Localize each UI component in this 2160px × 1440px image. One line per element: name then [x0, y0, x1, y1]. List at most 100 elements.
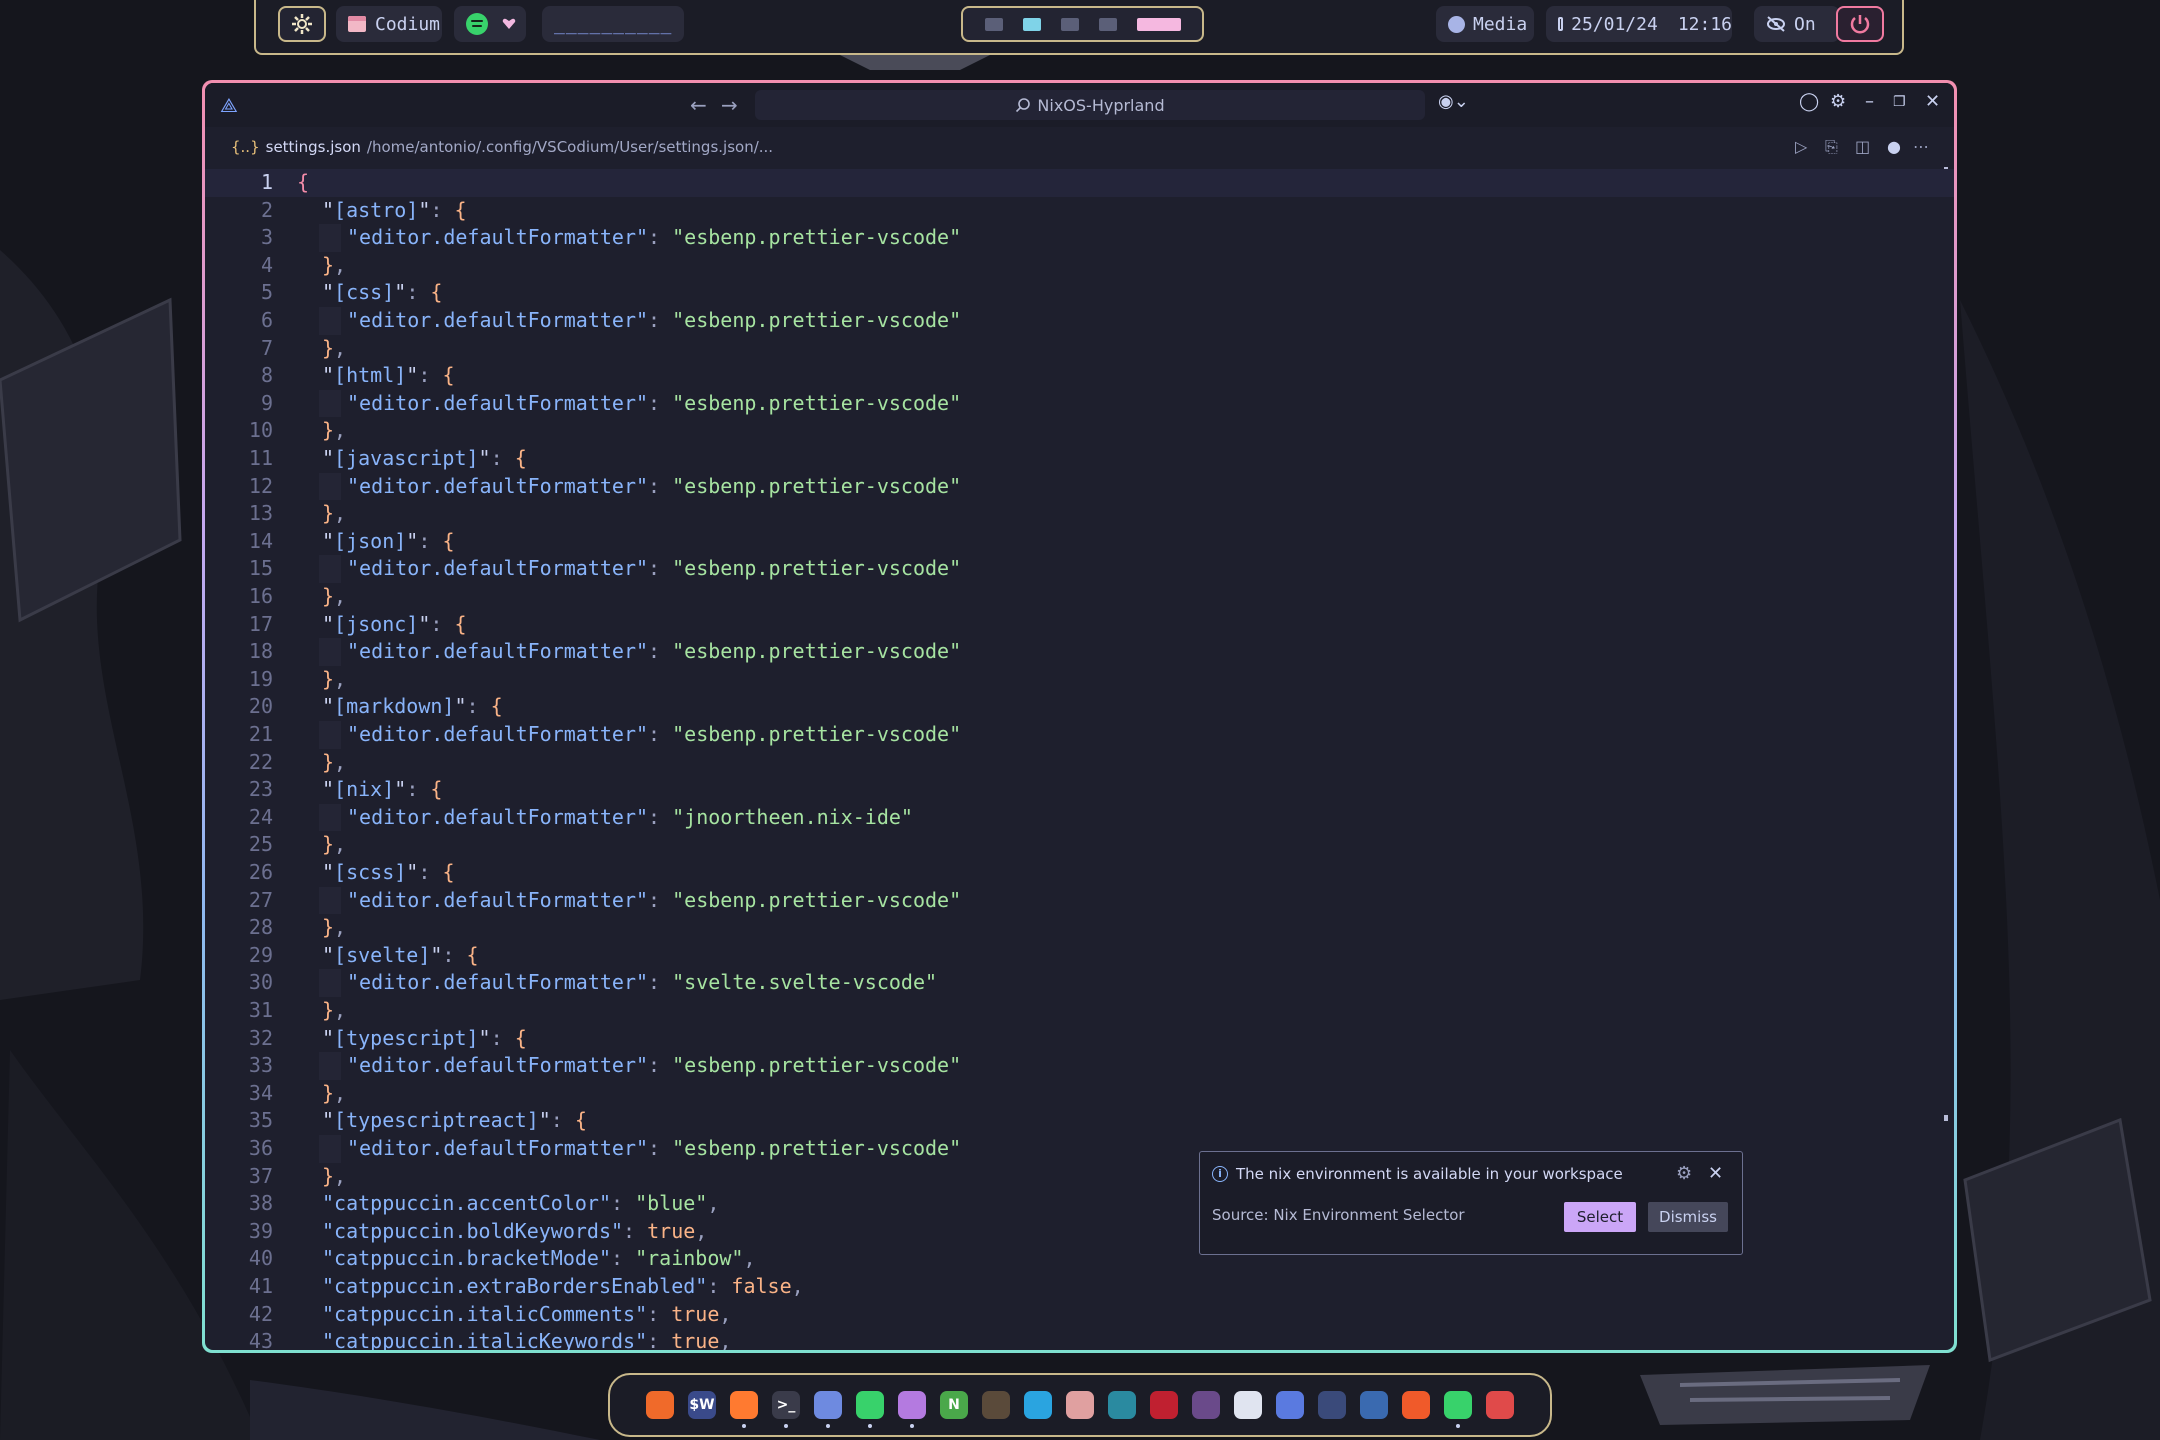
spotify-second-icon[interactable]	[1444, 1391, 1472, 1428]
select-button[interactable]: Select	[1564, 1202, 1636, 1232]
power-button[interactable]	[1836, 6, 1884, 42]
workspace-5[interactable]	[1137, 17, 1181, 31]
terminal-icon[interactable]: >_	[772, 1391, 800, 1428]
active-app-button[interactable]: Codium	[336, 6, 442, 42]
neovim-icon[interactable]: N	[940, 1391, 968, 1419]
code-text: "[typescript]": {	[322, 1025, 527, 1053]
code-token: {	[514, 1025, 527, 1050]
settings-gear-icon[interactable]: ⚙	[1830, 91, 1846, 112]
code-line: 8 "[html]": {	[205, 362, 1954, 390]
code-token: {	[574, 1108, 587, 1133]
shield-app-icon[interactable]	[1276, 1391, 1304, 1419]
hyprland-icon[interactable]	[1360, 1391, 1388, 1419]
code-text: "editor.defaultFormatter": "esbenp.prett…	[347, 638, 961, 666]
code-line: 10},	[205, 417, 1954, 445]
firefox-icon[interactable]	[730, 1391, 758, 1428]
code-text: },	[322, 583, 346, 611]
line-number: 8	[260, 363, 273, 388]
workspace-switcher	[961, 6, 1204, 42]
back-arrow-icon[interactable]: ←	[690, 93, 707, 117]
eye-off-icon	[1767, 16, 1785, 32]
code-token: "esbenp.prettier-vscode"	[672, 308, 962, 332]
spotify-icon[interactable]	[856, 1391, 884, 1428]
ubuntu-icon[interactable]	[646, 1391, 674, 1419]
workspace-4[interactable]	[1099, 17, 1117, 31]
notification-settings-gear-icon[interactable]: ⚙	[1676, 1163, 1692, 1184]
code-token: [nix]	[334, 777, 395, 802]
dismiss-button[interactable]: Dismiss	[1648, 1202, 1728, 1232]
close-app-icon[interactable]	[1402, 1391, 1430, 1419]
code-token: {	[430, 777, 443, 802]
steam-wallet-icon[interactable]: $W	[688, 1391, 716, 1419]
workspace-3[interactable]	[1061, 17, 1079, 31]
breadcrumb[interactable]: {..} settings.json/home/antonio/.config/V…	[231, 138, 773, 156]
code-text: },	[322, 252, 346, 280]
account-icon[interactable]: ◯	[1799, 91, 1819, 112]
code-token: {	[430, 280, 443, 305]
split-editor-icon[interactable]: ◫	[1855, 137, 1870, 156]
notification-close-icon[interactable]: ✕	[1708, 1163, 1723, 1184]
code-token: :	[406, 777, 431, 802]
pdf-icon[interactable]	[1486, 1391, 1514, 1419]
window-title-widget: __________	[542, 6, 684, 42]
obs-icon[interactable]	[1192, 1391, 1220, 1419]
media-button[interactable]: Media	[1436, 6, 1534, 42]
indent-guide	[319, 969, 341, 997]
code-token: "esbenp.prettier-vscode"	[672, 1136, 962, 1160]
code-text: "editor.defaultFormatter": "esbenp.prett…	[347, 1052, 961, 1080]
line-number: 42	[248, 1301, 273, 1326]
indent-guide	[319, 307, 341, 335]
code-text: },	[322, 335, 346, 363]
code-token: "	[322, 446, 335, 470]
idle-inhibitor-toggle[interactable]: On	[1754, 6, 1840, 42]
code-token: "catppuccin.bracketMode"	[322, 1246, 611, 1271]
more-actions-icon[interactable]: ⋯	[1913, 137, 1929, 156]
image-viewer-icon[interactable]	[898, 1391, 926, 1428]
breadcrumb-file[interactable]: settings.json	[266, 138, 361, 156]
code-token: ,	[334, 252, 347, 277]
document-icon[interactable]	[1066, 1391, 1094, 1419]
workspace-1[interactable]	[985, 17, 1003, 31]
workspace-2[interactable]	[1023, 17, 1041, 31]
line-number: 26	[248, 860, 273, 884]
system-menu-button[interactable]	[278, 6, 326, 42]
code-token: "	[538, 1108, 551, 1133]
clock-widget[interactable]: 25/01/24 12:16	[1546, 6, 1732, 42]
code-token: {	[297, 170, 310, 194]
code-text: "editor.defaultFormatter": "esbenp.prett…	[347, 1135, 961, 1163]
stats-icon[interactable]	[1234, 1391, 1262, 1419]
code-token: }	[322, 1163, 335, 1188]
line-number: 17	[248, 611, 273, 636]
open-changes-icon[interactable]: ⎘	[1825, 137, 1838, 157]
code-line: 11 "[javascript]": {	[205, 445, 1954, 473]
code-line: 1{	[205, 169, 1954, 197]
telegram-icon[interactable]	[1024, 1391, 1052, 1419]
vscodium-icon[interactable]	[814, 1391, 842, 1428]
code-token: "catppuccin.italicKeywords"	[322, 1329, 648, 1350]
minimize-icon[interactable]: –	[1865, 91, 1874, 112]
run-icon[interactable]: ▷	[1795, 137, 1807, 156]
code-token: "	[322, 611, 335, 636]
breadcrumb-path[interactable]: /home/antonio/.config/VSCodium/User/sett…	[367, 138, 773, 156]
code-token: :	[648, 473, 673, 498]
forward-arrow-icon[interactable]: →	[721, 93, 738, 117]
line-number: 21	[248, 722, 273, 746]
usb-icon[interactable]	[1318, 1391, 1346, 1419]
code-token: "editor.defaultFormatter"	[347, 1053, 649, 1078]
restore-icon[interactable]: ❐	[1893, 94, 1906, 110]
code-token: true	[671, 1329, 720, 1350]
active-app-label: Codium	[375, 13, 441, 35]
code-text: "[javascript]": {	[322, 445, 527, 473]
power-icon	[1850, 15, 1870, 34]
mask-icon[interactable]	[982, 1391, 1010, 1419]
copilot-icon[interactable]: ◉⌄	[1438, 91, 1469, 112]
command-center-search[interactable]: NixOS-Hyprland	[755, 90, 1425, 120]
close-icon[interactable]: ✕	[1925, 91, 1940, 112]
code-token: }	[322, 584, 335, 608]
screen-share-icon[interactable]	[1108, 1391, 1136, 1419]
code-text: "editor.defaultFormatter": "esbenp.prett…	[347, 307, 961, 335]
code-token: :	[418, 860, 443, 884]
spotify-widget[interactable]	[454, 6, 526, 42]
indent-guide	[319, 886, 341, 915]
red-app-icon[interactable]	[1150, 1391, 1178, 1419]
